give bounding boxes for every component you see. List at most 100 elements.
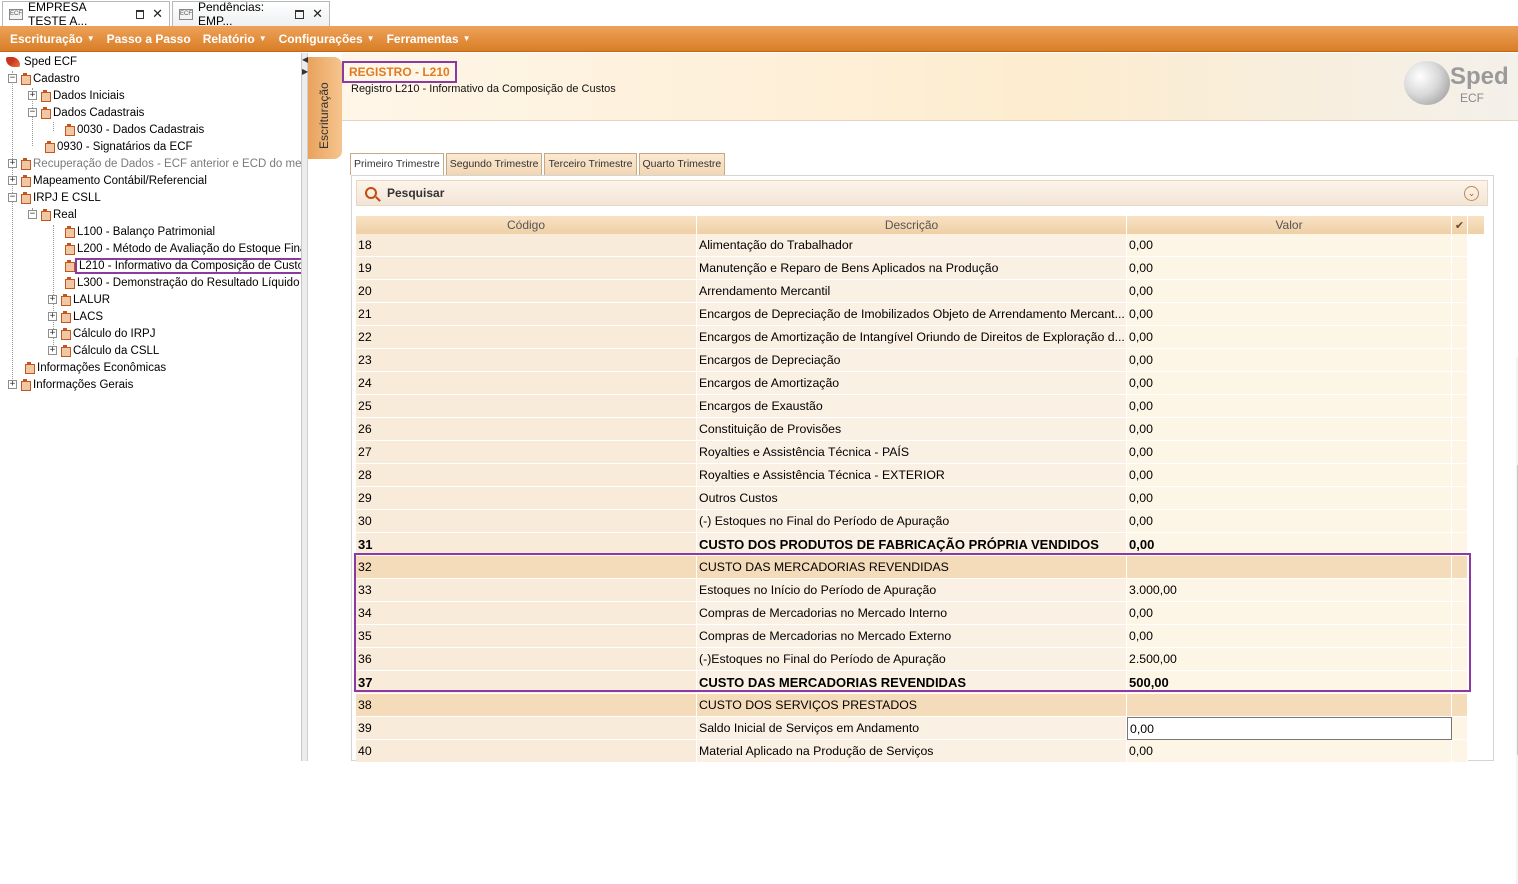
table-row[interactable]: 24 Encargos de Amortização 0,00: [356, 372, 1484, 395]
table-row[interactable]: 37 CUSTO DAS MERCADORIAS REVENDIDAS 500,00: [356, 671, 1484, 694]
cell-codigo[interactable]: 25: [356, 395, 697, 418]
tree-item-l200[interactable]: L200 - Método de Avaliação do Estoque Fi…: [64, 240, 301, 257]
tree-item-info-gerais[interactable]: + Informações Gerais: [8, 376, 133, 393]
cell-codigo[interactable]: 27: [356, 441, 697, 464]
expand-icon[interactable]: +: [48, 312, 57, 321]
menu-ferramentas[interactable]: Ferramentas ▼: [381, 32, 477, 46]
cell-descricao[interactable]: Alimentação do Trabalhador: [697, 234, 1127, 257]
tree-item-calculo-irpj[interactable]: + Cálculo do IRPJ: [48, 325, 155, 342]
cell-codigo[interactable]: 40: [356, 740, 697, 763]
cell-check[interactable]: [1452, 602, 1468, 625]
cell-descricao[interactable]: (-) Estoques no Final do Período de Apur…: [697, 510, 1127, 533]
cell-descricao[interactable]: Encargos de Depreciação: [697, 349, 1127, 372]
cell-check[interactable]: [1452, 280, 1468, 303]
cell-codigo[interactable]: 32: [356, 556, 697, 579]
cell-codigo[interactable]: 18: [356, 234, 697, 257]
cell-codigo[interactable]: 19: [356, 257, 697, 280]
cell-codigo[interactable]: 33: [356, 579, 697, 602]
tree-item-calculo-csll[interactable]: + Cálculo da CSLL: [48, 342, 159, 359]
collapse-icon[interactable]: −: [28, 108, 37, 117]
cell-codigo[interactable]: 29: [356, 487, 697, 510]
cell-descricao[interactable]: Material Aplicado na Produção de Serviço…: [697, 740, 1127, 763]
cell-valor[interactable]: 0,00: [1127, 303, 1452, 326]
cell-check[interactable]: [1452, 257, 1468, 280]
cell-check[interactable]: [1452, 694, 1468, 717]
editor-tab-empresa[interactable]: ECF EMPRESA TESTE A... ✕: [2, 0, 170, 28]
tree-item-info-economicas[interactable]: Informações Econômicas: [24, 359, 166, 376]
table-row[interactable]: 22 Encargos de Amortização de Intangível …: [356, 326, 1484, 349]
column-header-codigo[interactable]: Código: [356, 216, 697, 234]
cell-valor[interactable]: [1127, 556, 1452, 579]
cell-codigo[interactable]: 22: [356, 326, 697, 349]
cell-valor[interactable]: 0,00: [1127, 372, 1452, 395]
table-row[interactable]: 40 Material Aplicado na Produção de Servi…: [356, 740, 1484, 763]
tree-item-0930[interactable]: 0930 - Signatários da ECF: [44, 138, 193, 155]
cell-check[interactable]: [1452, 372, 1468, 395]
collapse-icon[interactable]: −: [8, 74, 17, 83]
cell-codigo[interactable]: 37: [356, 671, 697, 694]
expand-icon[interactable]: +: [8, 176, 17, 185]
table-row[interactable]: 18 Alimentação do Trabalhador 0,00: [356, 234, 1484, 257]
cell-codigo[interactable]: 30: [356, 510, 697, 533]
cell-valor[interactable]: 0,00: [1127, 349, 1452, 372]
cell-descricao[interactable]: CUSTO DAS MERCADORIAS REVENDIDAS: [697, 671, 1127, 694]
cell-valor[interactable]: 0,00: [1127, 625, 1452, 648]
table-row[interactable]: 23 Encargos de Depreciação 0,00: [356, 349, 1484, 372]
cell-check[interactable]: [1452, 418, 1468, 441]
cell-valor[interactable]: 0,00: [1127, 395, 1452, 418]
tree-item-real[interactable]: − Real: [28, 206, 77, 223]
maximize-icon[interactable]: [135, 9, 145, 19]
cell-valor[interactable]: 0,00: [1127, 717, 1452, 740]
cell-valor[interactable]: 0,00: [1127, 326, 1452, 349]
tab-primeiro-trimestre[interactable]: Primeiro Trimestre: [350, 153, 444, 175]
cell-valor[interactable]: 0,00: [1127, 441, 1452, 464]
check-icon[interactable]: ✔: [1455, 219, 1464, 232]
editor-tab-pendencias[interactable]: ECF Pendências: EMP... ✕: [172, 0, 330, 28]
cell-descricao[interactable]: Encargos de Amortização de Intangível Or…: [697, 326, 1127, 349]
cell-valor[interactable]: 0,00: [1127, 602, 1452, 625]
tree-item-l210[interactable]: L210 - Informativo da Composição de Cust…: [64, 257, 301, 274]
table-row[interactable]: 20 Arrendamento Mercantil 0,00: [356, 280, 1484, 303]
cell-codigo[interactable]: 21: [356, 303, 697, 326]
cell-codigo[interactable]: 26: [356, 418, 697, 441]
cell-descricao[interactable]: Encargos de Amortização: [697, 372, 1127, 395]
column-header-descricao[interactable]: Descrição: [697, 216, 1127, 234]
table-row[interactable]: 34 Compras de Mercadorias no Mercado Inte…: [356, 602, 1484, 625]
expand-icon[interactable]: +: [48, 346, 57, 355]
cell-descricao[interactable]: Outros Custos: [697, 487, 1127, 510]
close-icon[interactable]: ✕: [312, 7, 323, 20]
table-row[interactable]: 31 CUSTO DOS PRODUTOS DE FABRICAÇÃO PRÓPR…: [356, 533, 1484, 556]
cell-valor[interactable]: 0,00: [1127, 740, 1452, 763]
cell-valor[interactable]: 0,00: [1127, 418, 1452, 441]
collapse-icon[interactable]: −: [8, 193, 17, 202]
tree-item-recuperacao[interactable]: + Recuperação de Dados - ECF anterior e …: [8, 155, 301, 172]
tree-item-irpj-csll[interactable]: − IRPJ E CSLL: [8, 189, 101, 206]
table-row[interactable]: 39 Saldo Inicial de Serviços em Andamento…: [356, 717, 1484, 740]
cell-check[interactable]: [1452, 510, 1468, 533]
cell-descricao[interactable]: CUSTO DAS MERCADORIAS REVENDIDAS: [697, 556, 1127, 579]
cell-check[interactable]: [1452, 740, 1468, 763]
search-bar[interactable]: Pesquisar ⌄: [356, 180, 1488, 206]
cell-descricao[interactable]: Encargos de Exaustão: [697, 395, 1127, 418]
menu-passo-a-passo[interactable]: Passo a Passo: [101, 32, 197, 46]
cell-valor[interactable]: 0,00: [1127, 257, 1452, 280]
cell-descricao[interactable]: CUSTO DOS SERVIÇOS PRESTADOS: [697, 694, 1127, 717]
cell-codigo[interactable]: 28: [356, 464, 697, 487]
expand-icon[interactable]: +: [48, 295, 57, 304]
cell-codigo[interactable]: 38: [356, 694, 697, 717]
cell-descricao[interactable]: (-)Estoques no Final do Período de Apura…: [697, 648, 1127, 671]
table-row[interactable]: 28 Royalties e Assistência Técnica - EXTE…: [356, 464, 1484, 487]
cell-descricao[interactable]: Arrendamento Mercantil: [697, 280, 1127, 303]
table-row[interactable]: 36 (-)Estoques no Final do Período de Apu…: [356, 648, 1484, 671]
cell-check[interactable]: [1452, 395, 1468, 418]
menu-configuracoes[interactable]: Configurações ▼: [273, 32, 381, 46]
table-row[interactable]: 38 CUSTO DOS SERVIÇOS PRESTADOS: [356, 694, 1484, 717]
cell-descricao[interactable]: Estoques no Início do Período de Apuraçã…: [697, 579, 1127, 602]
table-row[interactable]: 33 Estoques no Início do Período de Apura…: [356, 579, 1484, 602]
cell-valor[interactable]: 0,00: [1127, 533, 1452, 556]
cell-valor[interactable]: 2.500,00: [1127, 648, 1452, 671]
cell-valor[interactable]: [1127, 694, 1452, 717]
cell-descricao[interactable]: Manutenção e Reparo de Bens Aplicados na…: [697, 257, 1127, 280]
cell-codigo[interactable]: 23: [356, 349, 697, 372]
cell-check[interactable]: [1452, 717, 1468, 740]
